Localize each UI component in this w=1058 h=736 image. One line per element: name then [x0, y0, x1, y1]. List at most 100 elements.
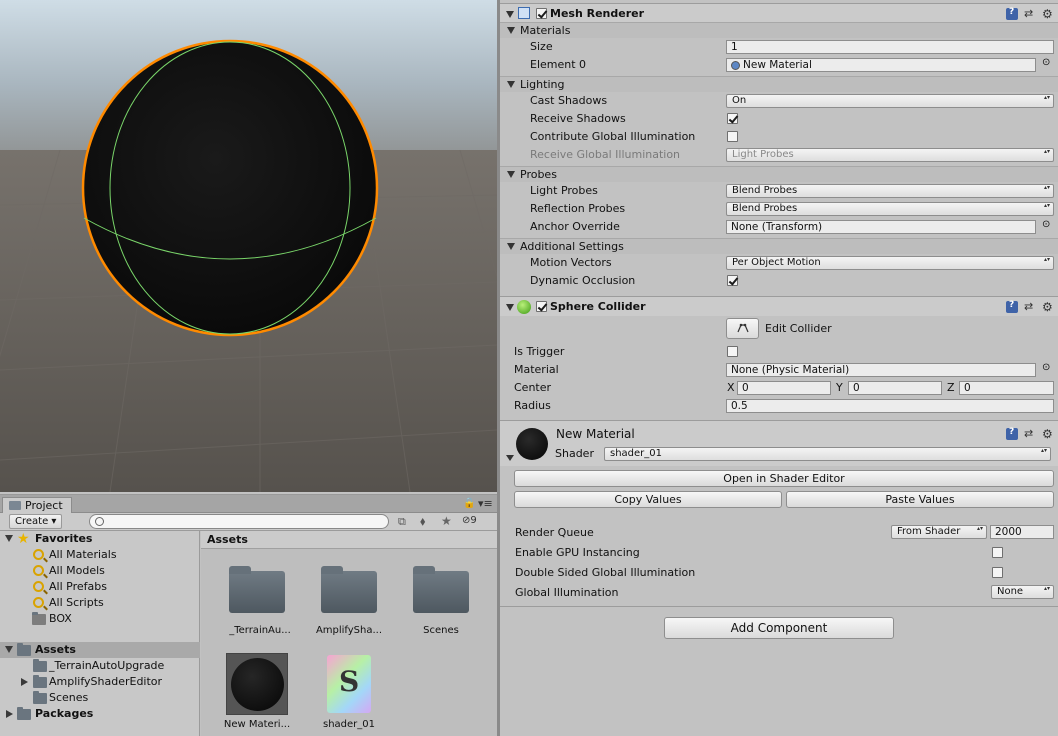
center-z-field[interactable]: 0 [959, 381, 1054, 395]
gpu-instancing-label: Enable GPU Instancing [515, 546, 640, 559]
mesh-renderer-enabled-checkbox[interactable] [536, 8, 547, 19]
shader-dropdown[interactable]: shader_01 [604, 447, 1051, 461]
sphere-collider-header[interactable]: Sphere Collider ⇄ ⚙ [500, 296, 1058, 316]
help-book-icon[interactable] [1006, 427, 1018, 440]
gear-icon[interactable]: ⚙ [1042, 428, 1054, 440]
expand-arrow-icon[interactable] [6, 710, 13, 718]
copy-values-button[interactable]: Copy Values [514, 491, 782, 508]
gear-icon[interactable]: ⚙ [1042, 8, 1054, 20]
tree-favorite-item[interactable]: BOX [0, 611, 200, 627]
anchor-override-label: Anchor Override [530, 220, 620, 233]
light-probes-dropdown[interactable]: Blend Probes [726, 184, 1054, 198]
size-field[interactable]: 1 [726, 40, 1054, 54]
asset-item[interactable]: _TerrainAu... [215, 566, 305, 661]
lock-icon[interactable]: 🔒 [463, 498, 475, 509]
tree-favorites[interactable]: ★ Favorites [0, 531, 200, 547]
help-book-icon[interactable] [1006, 7, 1018, 20]
collapse-arrow-icon[interactable] [506, 304, 514, 311]
shader-file-icon: S [327, 655, 371, 713]
sphere-collider-enabled-checkbox[interactable] [536, 301, 547, 312]
render-queue-mode-dropdown[interactable]: From Shader [891, 525, 987, 539]
reflection-probes-dropdown[interactable]: Blend Probes [726, 202, 1054, 216]
open-shader-editor-button[interactable]: Open in Shader Editor [514, 470, 1054, 487]
tab-project[interactable]: Project [2, 497, 72, 513]
preset-sliders-icon[interactable]: ⇄ [1024, 301, 1036, 313]
filter-label-icon[interactable]: ⬧ [420, 514, 425, 529]
paste-values-button[interactable]: Paste Values [786, 491, 1054, 508]
project-tree[interactable]: ★ Favorites All Materials All Models All… [0, 531, 200, 736]
create-dropdown[interactable]: Create ▾ [9, 514, 63, 529]
material-header[interactable]: New Material Shader shader_01 ⇄ ⚙ [500, 420, 1058, 466]
section-lighting[interactable]: Lighting [500, 76, 1058, 92]
collapse-arrow-icon[interactable] [506, 455, 514, 461]
add-component-button[interactable]: Add Component [664, 617, 894, 639]
radius-field[interactable]: 0.5 [726, 399, 1054, 413]
tree-favorite-item[interactable]: All Materials [0, 547, 200, 563]
folder-icon [33, 659, 47, 672]
receive-gi-label: Receive Global Illumination [530, 148, 681, 161]
center-x-field[interactable]: 0 [737, 381, 831, 395]
asset-grid[interactable]: Assets _TerrainAu... AmplifySha... Scene… [201, 531, 497, 736]
cast-shadows-label: Cast Shadows [530, 94, 608, 107]
tree-favorite-item[interactable]: All Models [0, 563, 200, 579]
scene-view[interactable] [0, 0, 497, 492]
component-title: Mesh Renderer [550, 7, 645, 20]
section-probes[interactable]: Probes [500, 166, 1058, 182]
search-filter-icon [33, 597, 44, 608]
expand-arrow-icon[interactable] [21, 678, 28, 686]
motion-vectors-label: Motion Vectors [530, 256, 612, 269]
mesh-renderer-header[interactable]: Mesh Renderer ⇄ ⚙ [500, 3, 1058, 22]
render-queue-label: Render Queue [515, 526, 594, 539]
asset-item[interactable]: Scenes [396, 566, 486, 661]
is-trigger-checkbox[interactable] [727, 346, 738, 357]
collider-material-field[interactable]: None (Physic Material) [726, 363, 1036, 377]
object-picker-icon[interactable]: ⊙ [1042, 219, 1050, 230]
dynamic-occlusion-checkbox[interactable] [727, 275, 738, 286]
double-sided-gi-checkbox[interactable] [992, 567, 1003, 578]
section-additional-settings[interactable]: Additional Settings [500, 238, 1058, 254]
contribute-gi-checkbox[interactable] [727, 131, 738, 142]
receive-shadows-checkbox[interactable] [727, 113, 738, 124]
help-book-icon[interactable] [1006, 300, 1018, 313]
center-y-label: Y [836, 381, 843, 394]
hidden-packages-icon[interactable]: ⊘9 [462, 515, 477, 526]
shader-label: Shader [555, 447, 594, 460]
anchor-override-field[interactable]: None (Transform) [726, 220, 1036, 234]
tree-folder-item[interactable]: AmplifyShaderEditor [0, 674, 200, 690]
element0-object-field[interactable]: New Material [726, 58, 1036, 72]
tree-packages[interactable]: Packages [0, 706, 200, 722]
motion-vectors-dropdown[interactable]: Per Object Motion [726, 256, 1054, 270]
preset-sliders-icon[interactable]: ⇄ [1024, 8, 1036, 20]
search-input[interactable] [89, 514, 389, 529]
collapse-arrow-icon[interactable] [506, 11, 514, 18]
tree-folder-item[interactable]: Scenes [0, 690, 200, 706]
tree-assets[interactable]: Assets [0, 642, 200, 658]
radius-label: Radius [514, 399, 551, 412]
tree-folder-item[interactable]: _TerrainAutoUpgrade [0, 658, 200, 674]
tree-favorite-item[interactable]: All Scripts [0, 595, 200, 611]
asset-item[interactable]: S shader_01 [304, 653, 394, 736]
object-picker-icon[interactable]: ⊙ [1042, 362, 1050, 373]
filter-type-icon[interactable]: ⧉ [398, 515, 406, 529]
search-icon [95, 517, 104, 526]
favorite-star-icon[interactable]: ★ [441, 514, 452, 528]
gear-icon[interactable]: ⚙ [1042, 301, 1054, 313]
star-icon: ★ [17, 531, 30, 547]
edit-collider-button[interactable] [726, 318, 759, 339]
preset-sliders-icon[interactable]: ⇄ [1024, 428, 1036, 440]
panel-menu-icon[interactable]: ▾≡ [478, 497, 493, 510]
center-y-field[interactable]: 0 [848, 381, 942, 395]
dynamic-occlusion-label: Dynamic Occlusion [530, 274, 636, 287]
asset-item[interactable]: New Materi... [212, 653, 302, 736]
global-illumination-dropdown[interactable]: None [991, 585, 1054, 599]
asset-item[interactable]: AmplifySha... [304, 566, 394, 661]
tree-favorite-item[interactable]: All Prefabs [0, 579, 200, 595]
gpu-instancing-checkbox[interactable] [992, 547, 1003, 558]
cast-shadows-dropdown[interactable]: On [726, 94, 1054, 108]
center-label: Center [514, 381, 552, 394]
search-filter-icon [33, 549, 44, 560]
section-materials[interactable]: Materials [500, 22, 1058, 38]
mesh-renderer-icon [518, 7, 530, 19]
object-picker-icon[interactable]: ⊙ [1042, 57, 1050, 68]
render-queue-field[interactable]: 2000 [990, 525, 1054, 539]
